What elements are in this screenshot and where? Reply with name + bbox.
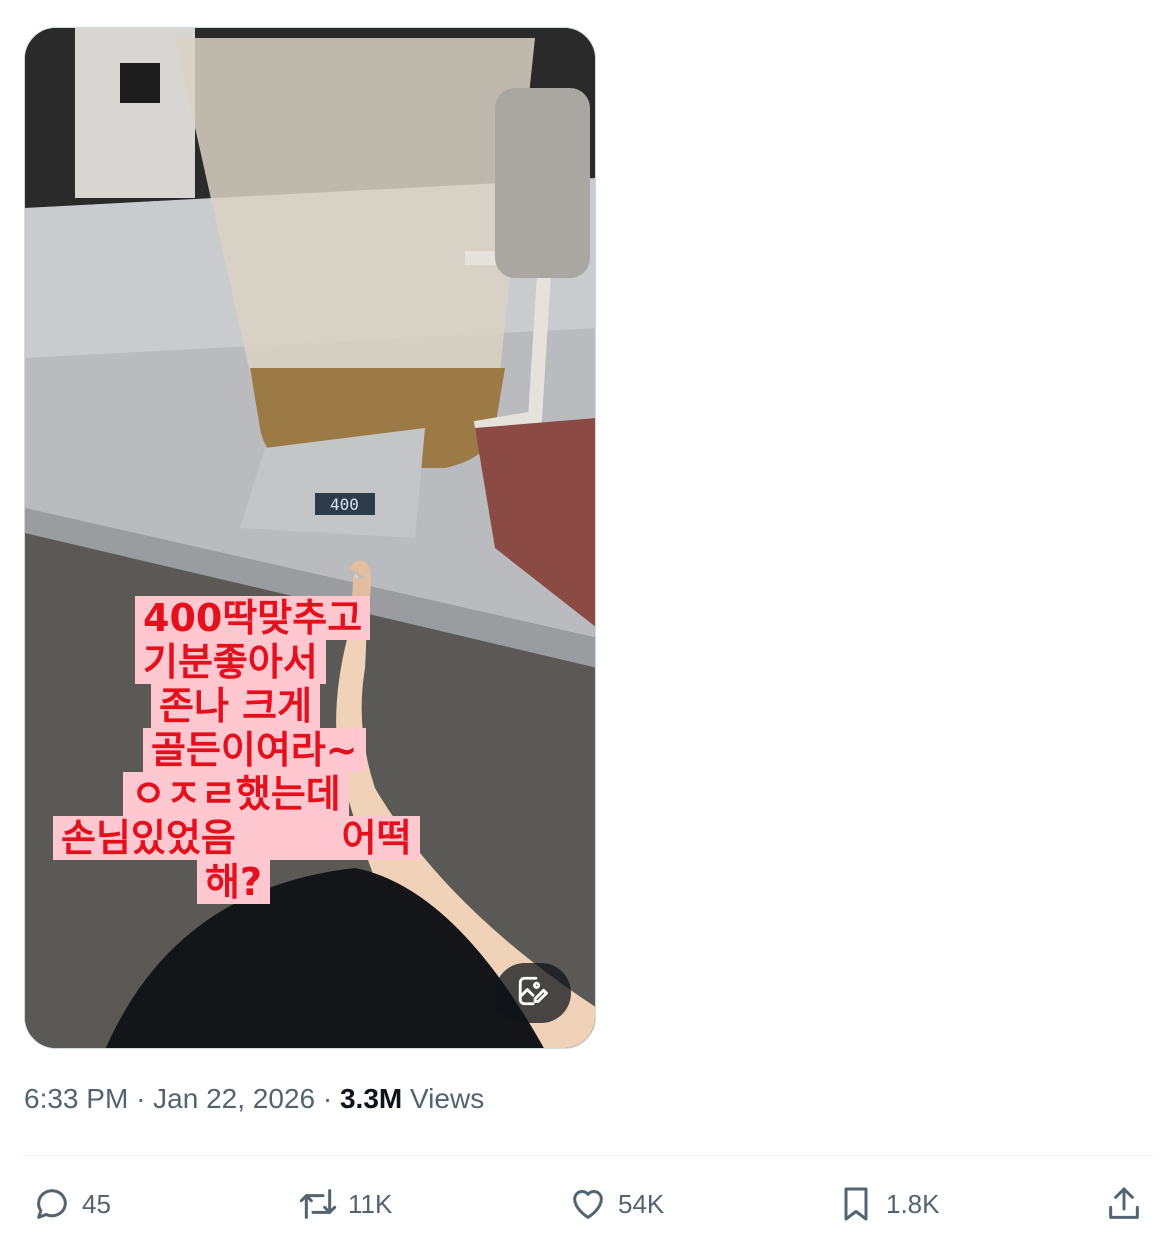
bookmark-button[interactable]: 1.8K — [836, 1180, 940, 1228]
caption-line-2: 기분좋아서 — [135, 640, 326, 684]
photo-scene: 400 — [25, 28, 595, 1048]
tweet-meta: 6:33 PM · Jan 22, 2026 · 3.3M Views — [24, 1083, 484, 1115]
heart-icon — [573, 1190, 603, 1219]
views-label: Views — [410, 1083, 485, 1114]
like-button[interactable]: 54K — [568, 1180, 664, 1228]
divider — [22, 1155, 1154, 1156]
image-edit-button[interactable] — [495, 963, 571, 1023]
meta-separator: · — [136, 1083, 146, 1114]
caption-line-6: 손님있었음 어떡 — [53, 816, 420, 860]
image-edit-icon — [516, 974, 550, 1013]
tweet-media-image[interactable]: 400 400딱맞추고 기분좋아서 존나 크게 골든이여라~ ㅇㅈㄹ했는데 손님… — [24, 27, 596, 1049]
views-count: 3.3M — [339, 1083, 403, 1114]
caption-line-5: ㅇㅈㄹ했는데 — [123, 772, 349, 816]
retweet-icon — [299, 1189, 337, 1219]
bookmark-icon — [844, 1187, 868, 1221]
scale-display: 400 — [330, 495, 359, 514]
retweet-button[interactable]: 11K — [298, 1180, 392, 1228]
caption-line-7: 해? — [197, 860, 271, 904]
caption-line-1: 400딱맞추고 — [135, 596, 371, 640]
like-count: 54K — [618, 1188, 665, 1219]
bookmark-count: 1.8K — [886, 1188, 940, 1219]
reply-button[interactable]: 45 — [32, 1180, 111, 1228]
share-icon — [1109, 1187, 1139, 1219]
share-button[interactable] — [1104, 1180, 1154, 1228]
tweet-date[interactable]: Jan 22, 2026 — [153, 1083, 315, 1114]
reply-count: 45 — [82, 1188, 111, 1219]
retweet-count: 11K — [348, 1188, 393, 1219]
tweet-time[interactable]: 6:33 PM — [24, 1083, 128, 1114]
caption-line-3: 존나 크게 — [151, 684, 321, 728]
reply-icon — [37, 1189, 67, 1219]
caption-line-4: 골든이여라~ — [143, 728, 366, 772]
meta-separator: · — [322, 1083, 333, 1114]
